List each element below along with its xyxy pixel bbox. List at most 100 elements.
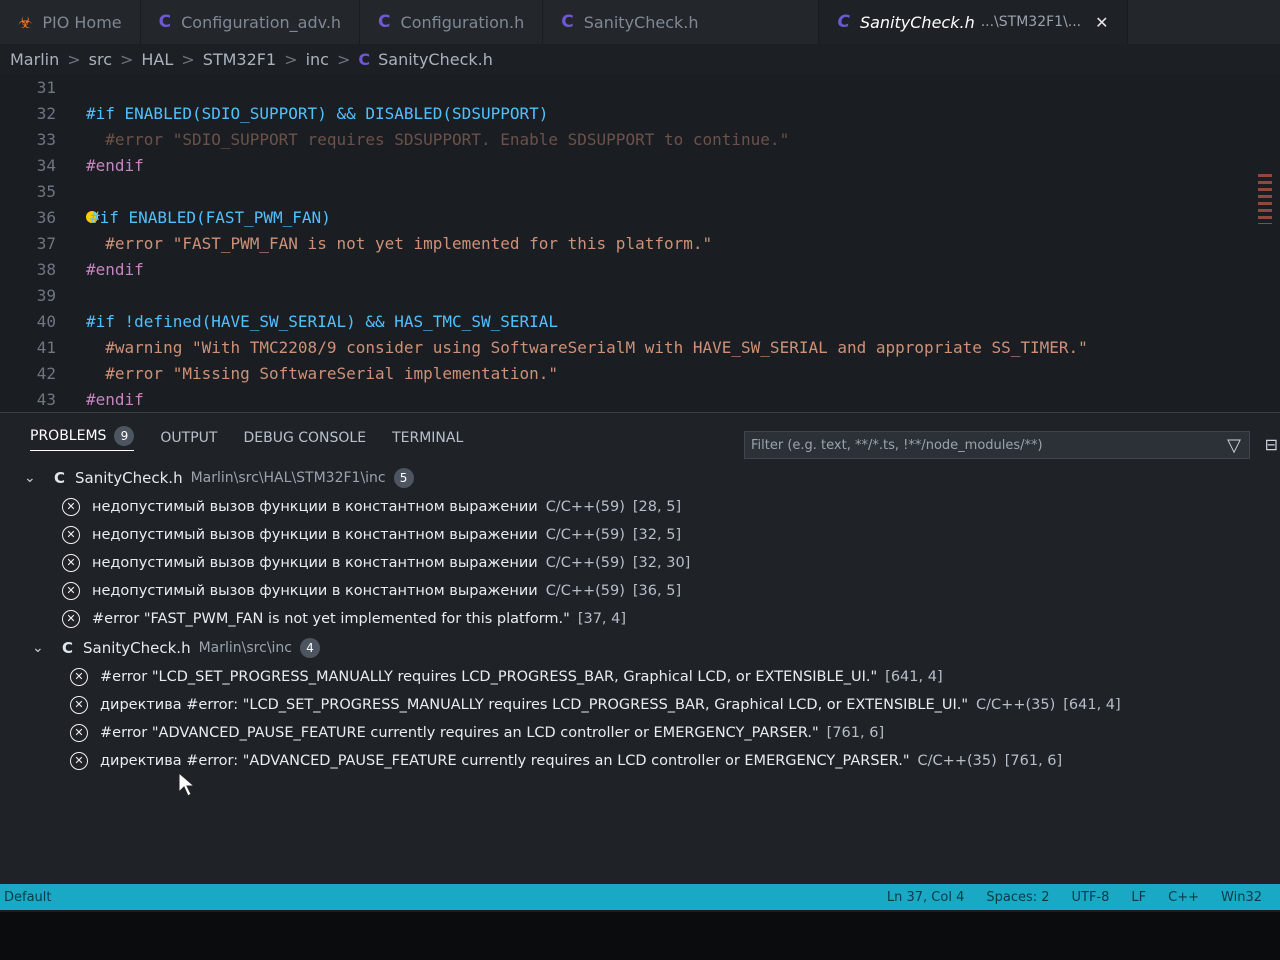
problem-position: [641, 4]: [885, 669, 943, 685]
file-path: Marlin\src\inc: [198, 640, 292, 656]
status-platform[interactable]: Win32: [1221, 890, 1262, 905]
line-number: 35: [36, 181, 56, 201]
problem-item[interactable]: ✕ #error "LCD_SET_PROGRESS_MANUALLY requi…: [8, 663, 1280, 691]
status-right-items: Ln 37, Col 4 Spaces: 2 UTF-8 LF C++ Win3…: [887, 890, 1262, 905]
breadcrumb-item[interactable]: HAL: [141, 50, 173, 69]
tab-label: PROBLEMS: [30, 427, 107, 444]
breadcrumb-item[interactable]: src: [89, 50, 112, 69]
problem-source: C/C++(35): [976, 697, 1056, 713]
error-icon: ✕: [70, 752, 88, 770]
problem-position: [37, 4]: [577, 611, 627, 627]
code-line: 33 #error "SDIO_SUPPORT requires SDSUPPO…: [0, 126, 1280, 152]
close-icon[interactable]: ✕: [1095, 13, 1108, 32]
file-problem-count: 5: [393, 468, 414, 488]
filter-icon[interactable]: ▽: [1227, 435, 1241, 456]
problem-item[interactable]: ✕ директива #error: "LCD_SET_PROGRESS_MAN…: [8, 691, 1280, 719]
c-file-icon: C: [358, 49, 371, 69]
filter-placeholder: Filter (e.g. text, **/*.ts, !**/node_mod…: [751, 437, 1043, 453]
code-line: 40 #if !defined(HAVE_SW_SERIAL) && HAS_TM…: [0, 308, 1280, 334]
problem-source: C/C++(59): [545, 583, 625, 599]
problem-item[interactable]: ✕ недопустимый вызов функции в константно…: [8, 521, 1280, 549]
minimap[interactable]: [1258, 174, 1272, 224]
tab-terminal[interactable]: TERMINAL: [392, 430, 463, 446]
breadcrumb: Marlin > src > HAL > STM32F1 > inc > C S…: [0, 44, 1280, 74]
chevron-down-icon[interactable]: ⌄: [24, 470, 42, 486]
code-text: #error "Missing SoftwareSerial implement…: [86, 363, 559, 383]
problem-item[interactable]: ✕ недопустимый вызов функции в константно…: [8, 549, 1280, 577]
problem-file-group[interactable]: ⌄ C SanityCheck.h Marlin\src\inc 4: [8, 633, 1280, 663]
tab-label: OUTPUT: [160, 430, 218, 446]
status-eol[interactable]: LF: [1131, 890, 1146, 905]
code-line: 36 #if ENABLED(FAST_PWM_FAN): [0, 204, 1280, 230]
line-number: 34: [36, 155, 56, 175]
problem-message: #error "ADVANCED_PAUSE_FEATURE currently…: [100, 725, 819, 741]
code-editor[interactable]: 31 32 #if ENABLED(SDIO_SUPPORT) && DISABL…: [0, 74, 1280, 412]
status-bar: Default Ln 37, Col 4 Spaces: 2 UTF-8 LF …: [0, 884, 1280, 910]
problem-item[interactable]: ✕ недопустимый вызов функции в константно…: [8, 577, 1280, 605]
problem-file-group[interactable]: ⌄ C SanityCheck.h Marlin\src\HAL\STM32F1…: [8, 463, 1280, 493]
tab-label: SanityCheck.h: [859, 12, 975, 32]
tab-configuration-adv[interactable]: C Configuration_adv.h: [141, 0, 361, 44]
collapse-all-icon[interactable]: ⊟: [1265, 435, 1278, 454]
code-text: #endif: [86, 155, 144, 175]
problem-position: [761, 6]: [1004, 753, 1063, 769]
problem-item[interactable]: ✕ #error "FAST_PWM_FAN is not yet impleme…: [8, 605, 1280, 633]
problem-item[interactable]: ✕ #error "ADVANCED_PAUSE_FEATURE currentl…: [8, 719, 1280, 747]
problem-message: #error "FAST_PWM_FAN is not yet implemen…: [92, 611, 570, 627]
tab-debug-console[interactable]: DEBUG CONSOLE: [243, 430, 366, 446]
code-line: 41 #warning "With TMC2208/9 consider usi…: [0, 334, 1280, 360]
problems-count-badge: 9: [114, 425, 135, 446]
problem-source: C/C++(59): [545, 555, 625, 571]
line-number: 36: [36, 207, 56, 227]
problem-source: C/C++(59): [545, 499, 625, 515]
tab-configuration[interactable]: C Configuration.h: [360, 0, 544, 44]
panel-tab-bar: PROBLEMS 9 OUTPUT DEBUG CONSOLE TERMINAL…: [0, 413, 1280, 463]
problem-position: [32, 5]: [632, 527, 682, 543]
problem-group: ⌄ C SanityCheck.h Marlin\src\inc 4 ✕ #err…: [8, 633, 1280, 775]
status-profile[interactable]: Default: [0, 890, 52, 905]
code-text: #endif: [86, 259, 144, 279]
status-encoding[interactable]: UTF-8: [1072, 890, 1110, 905]
tab-sanitycheck-active[interactable]: C SanityCheck.h ...\STM32F1\... ✕: [819, 0, 1128, 44]
line-number: 39: [36, 285, 56, 305]
breadcrumb-item[interactable]: inc: [306, 50, 329, 69]
line-number: 33: [36, 129, 56, 149]
status-language[interactable]: C++: [1168, 890, 1199, 905]
line-number: 43: [36, 389, 56, 409]
c-file-icon: C: [378, 12, 391, 32]
problem-message: недопустимый вызов функции в константном…: [92, 555, 538, 571]
status-cursor-position[interactable]: Ln 37, Col 4: [887, 890, 964, 905]
error-icon: ✕: [70, 696, 88, 714]
code-line: 34 #endif: [0, 152, 1280, 178]
tab-label: Configuration.h: [400, 12, 525, 32]
problem-item[interactable]: ✕ недопустимый вызов функции в константно…: [8, 493, 1280, 521]
vscode-window: ☣ PIO Home C Configuration_adv.h C Confi…: [0, 0, 1280, 912]
line-number: 37: [36, 233, 56, 253]
code-line: 38 #endif: [0, 256, 1280, 282]
status-indentation[interactable]: Spaces: 2: [986, 890, 1049, 905]
error-icon: ✕: [70, 724, 88, 742]
code-text: #error "SDIO_SUPPORT requires SDSUPPORT.…: [86, 129, 790, 149]
error-icon: ✕: [62, 526, 80, 544]
problem-message: недопустимый вызов функции в константном…: [92, 527, 538, 543]
chevron-down-icon[interactable]: ⌄: [32, 640, 50, 656]
problem-message: недопустимый вызов функции в константном…: [92, 499, 538, 515]
chevron-right-icon: >: [119, 49, 134, 69]
breadcrumb-item[interactable]: Marlin: [10, 50, 59, 69]
code-line: 31: [0, 74, 1280, 100]
tab-problems[interactable]: PROBLEMS 9: [30, 425, 135, 451]
c-file-icon: C: [561, 12, 574, 32]
breadcrumb-item[interactable]: STM32F1: [203, 50, 276, 69]
problems-panel: PROBLEMS 9 OUTPUT DEBUG CONSOLE TERMINAL…: [0, 412, 1280, 887]
tab-sanitycheck[interactable]: C SanityCheck.h: [543, 0, 820, 44]
code-text: #if !defined(HAVE_SW_SERIAL) && HAS_TMC_…: [86, 311, 559, 331]
problem-position: [36, 5]: [632, 583, 682, 599]
problems-filter-input[interactable]: Filter (e.g. text, **/*.ts, !**/node_mod…: [744, 431, 1250, 459]
error-icon: ✕: [62, 498, 80, 516]
line-number: 38: [36, 259, 56, 279]
breadcrumb-item[interactable]: SanityCheck.h: [378, 50, 493, 69]
problem-item[interactable]: ✕ директива #error: "ADVANCED_PAUSE_FEATU…: [8, 747, 1280, 775]
tab-output[interactable]: OUTPUT: [160, 430, 217, 446]
code-line: 43 #endif: [0, 386, 1280, 412]
tab-pio-home[interactable]: ☣ PIO Home: [0, 0, 141, 44]
